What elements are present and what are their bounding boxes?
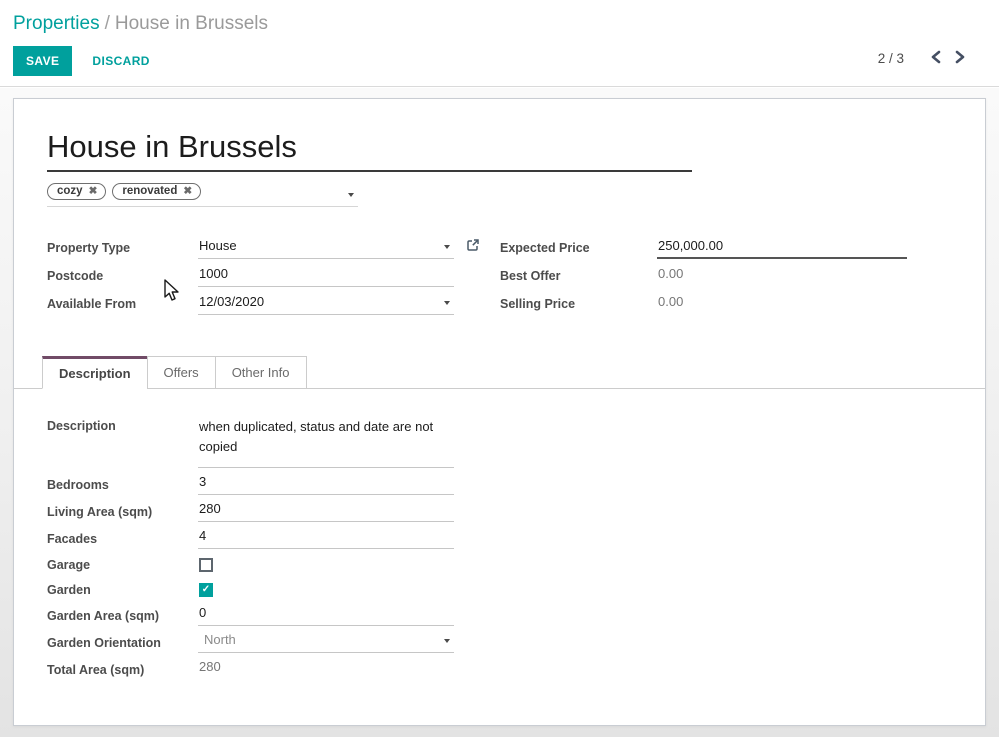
external-link-icon[interactable] [466,238,480,255]
expected-price-input[interactable]: 250,000.00 [657,238,907,259]
field-row-description: Description when duplicated, status and … [47,417,985,468]
checkmark-icon: ✓ [202,585,210,595]
property-type-input[interactable]: House [198,238,454,259]
postcode-input[interactable]: 1000 [198,266,454,287]
tab-content-description: Description when duplicated, status and … [14,389,985,723]
field-label: Postcode [47,269,198,283]
pager-counter: 2 / 3 [878,51,904,66]
remove-tag-icon[interactable]: ✖ [89,186,98,197]
date-dropdown-caret-icon[interactable] [444,301,450,305]
field-row-living-area: Living Area (sqm) 280 [47,498,985,525]
field-row-garden-orientation: Garden Orientation North [47,629,985,656]
breadcrumb: Properties/House in Brussels [0,0,999,35]
tags-field[interactable]: cozy ✖ renovated ✖ [47,181,358,207]
field-label: Selling Price [500,297,657,311]
form-view-background: House in Brussels cozy ✖ renovated ✖ Pro… [0,88,999,737]
field-row-garden: Garden ✓ [47,577,985,602]
field-row-garden-area: Garden Area (sqm) 0 [47,602,985,629]
field-label: Expected Price [500,241,657,255]
field-label: Description [47,417,198,433]
description-textarea[interactable]: when duplicated, status and date are not… [198,417,454,468]
tag-label: cozy [57,185,83,197]
remove-tag-icon[interactable]: ✖ [183,186,192,197]
chevron-right-icon [954,50,966,64]
available-from-input[interactable]: 12/03/2020 [198,294,454,315]
pager-next-button[interactable] [948,50,972,67]
breadcrumb-properties-link[interactable]: Properties [13,13,100,34]
living-area-input[interactable]: 280 [198,501,454,522]
selected-option: North [204,632,236,647]
dropdown-caret-icon[interactable] [444,245,450,249]
field-label: Total Area (sqm) [47,663,198,677]
form-sheet: House in Brussels cozy ✖ renovated ✖ Pro… [13,98,986,726]
field-row-bedrooms: Bedrooms 3 [47,471,985,498]
title-field-wrap: House in Brussels [47,128,692,172]
field-label: Garden Orientation [47,636,198,650]
select-caret-icon[interactable] [444,639,450,643]
field-label: Available From [47,297,198,311]
field-label: Garden [47,583,198,597]
field-label: Garage [47,558,198,572]
tag-label: renovated [122,185,177,197]
field-label: Property Type [47,241,198,255]
breadcrumb-current: House in Brussels [115,13,268,34]
field-label: Living Area (sqm) [47,505,198,519]
field-label: Facades [47,532,198,546]
garden-area-input[interactable]: 0 [198,605,454,626]
field-row-available-from: Available From 12/03/2020 [47,290,454,318]
total-area-value: 280 [198,659,454,680]
breadcrumb-separator: / [100,13,115,34]
field-label: Garden Area (sqm) [47,609,198,623]
field-row-selling-price: Selling Price 0.00 [500,290,907,318]
record-pager: 2 / 3 [878,50,972,67]
field-group-left: Property Type House Postcode 1000 [47,234,454,318]
tab-offers[interactable]: Offers [147,356,216,389]
garden-orientation-select[interactable]: North [198,632,454,653]
field-value: 12/03/2020 [199,294,264,309]
garden-checkbox[interactable]: ✓ [199,583,213,597]
save-button[interactable]: SAVE [13,46,72,76]
field-row-property-type: Property Type House [47,234,454,262]
field-value: House [199,238,237,253]
field-row-postcode: Postcode 1000 [47,262,454,290]
property-name-input[interactable]: House in Brussels [47,128,692,165]
field-row-garage: Garage ✓ [47,552,985,577]
notebook: Description Offers Other Info Descriptio… [14,356,985,723]
field-label: Best Offer [500,269,657,283]
field-row-facades: Facades 4 [47,525,985,552]
control-panel: Properties/House in Brussels SAVE DISCAR… [0,0,999,87]
form-action-buttons: SAVE DISCARD [13,46,150,76]
discard-button[interactable]: DISCARD [92,54,149,68]
tag-cozy[interactable]: cozy ✖ [47,183,106,200]
field-row-total-area: Total Area (sqm) 280 [47,656,985,683]
pager-previous-button[interactable] [924,50,948,67]
tab-description[interactable]: Description [42,356,148,389]
tab-other-info[interactable]: Other Info [215,356,307,389]
tag-renovated[interactable]: renovated ✖ [112,183,201,200]
field-row-expected-price: Expected Price 250,000.00 [500,234,907,262]
selling-price-value: 0.00 [657,294,907,315]
facades-input[interactable]: 4 [198,528,454,549]
chevron-left-icon [930,50,942,64]
best-offer-value: 0.00 [657,266,907,287]
field-row-best-offer: Best Offer 0.00 [500,262,907,290]
bedrooms-input[interactable]: 3 [198,474,454,495]
tab-bar: Description Offers Other Info [14,356,985,389]
tags-dropdown-caret-icon[interactable] [348,193,354,197]
field-label: Bedrooms [47,478,198,492]
garage-checkbox[interactable]: ✓ [199,558,213,572]
field-group-right: Expected Price 250,000.00 Best Offer 0.0… [500,234,907,318]
